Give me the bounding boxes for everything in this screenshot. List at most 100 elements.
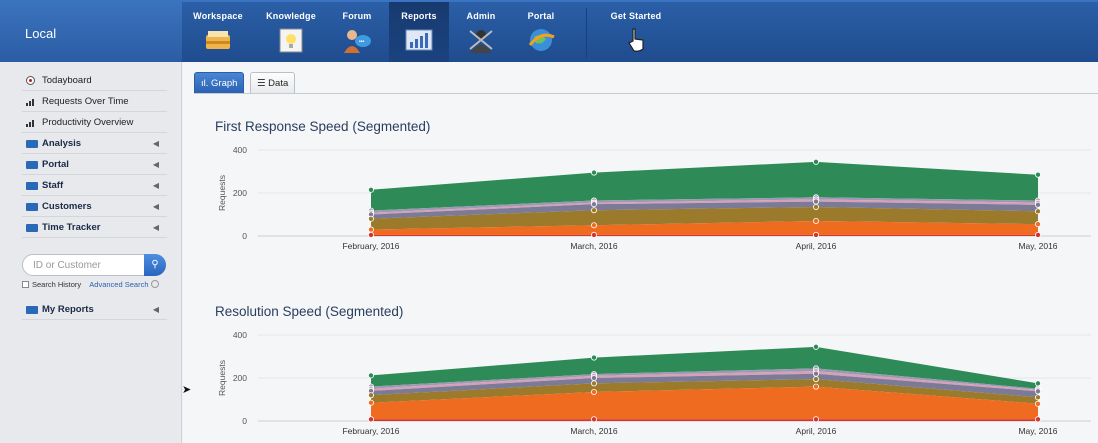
data-point <box>590 388 597 395</box>
tab-underline <box>194 93 1098 94</box>
data-point <box>367 231 374 238</box>
folder-icon <box>26 306 38 314</box>
expand-arrow-icon[interactable]: ◀ <box>153 202 159 211</box>
nav-workspace[interactable]: Workspace <box>183 2 253 64</box>
sidebar-item-requests-over-time[interactable]: Requests Over Time <box>22 92 167 112</box>
nav-label: Forum <box>342 11 372 21</box>
sidebar-item-productivity-overview[interactable]: Productivity Overview <box>22 113 167 133</box>
data-point <box>813 416 820 423</box>
data-point <box>367 416 374 423</box>
sidebar-item-label: Customers <box>42 201 92 212</box>
y-tick-label: 200 <box>233 188 247 198</box>
nav-portal[interactable]: Portal <box>513 2 569 64</box>
area-band <box>371 419 1038 421</box>
pointer-hand-icon <box>628 28 644 52</box>
tab-label: Data <box>268 78 289 89</box>
data-point <box>590 354 597 361</box>
forum-icon: ••• <box>344 30 371 53</box>
data-point <box>367 372 374 379</box>
nav-reports[interactable]: Reports <box>389 2 449 64</box>
data-point <box>367 392 374 399</box>
help-icon[interactable] <box>150 280 159 288</box>
nav-label: Workspace <box>193 11 243 21</box>
data-point <box>813 383 820 390</box>
data-point <box>367 226 374 233</box>
sidebar-item-label: Analysis <box>42 138 82 149</box>
expand-arrow-icon[interactable]: ◀ <box>153 160 159 169</box>
search-history-label: Search History <box>32 280 82 289</box>
tab-graph[interactable]: ıl. Graph <box>194 72 245 94</box>
data-point <box>590 416 597 423</box>
data-point <box>813 198 820 205</box>
expand-arrow-icon[interactable]: ◀ <box>153 223 159 232</box>
admin-icon <box>469 30 493 53</box>
nav-label: Knowledge <box>266 11 316 21</box>
data-point <box>590 231 597 238</box>
y-tick-label: 400 <box>233 145 247 155</box>
data-point <box>1035 171 1042 178</box>
data-point <box>367 399 374 406</box>
data-point <box>813 158 820 165</box>
sidebar-item-time-tracker[interactable]: Time Tracker ◀ <box>22 218 167 238</box>
data-point <box>1035 208 1042 215</box>
data-point <box>1035 380 1042 387</box>
y-tick-label: 200 <box>233 373 247 383</box>
sidebar: Todayboard Requests Over Time Productivi… <box>0 62 182 443</box>
x-tick-label: February, 2016 <box>342 426 399 436</box>
sidebar-item-label: Requests Over Time <box>42 96 129 107</box>
nav-admin[interactable]: Admin <box>453 2 509 64</box>
reports-icon <box>405 29 433 51</box>
x-tick-label: April, 2016 <box>796 241 837 251</box>
tab-label: Graph <box>211 78 238 89</box>
data-point <box>367 186 374 193</box>
sidebar-item-customers[interactable]: Customers ◀ <box>22 197 167 217</box>
folder-icon <box>26 161 38 169</box>
radio-icon <box>26 76 35 85</box>
sidebar-item-my-reports[interactable]: My Reports ◀ <box>22 300 167 320</box>
expand-arrow-icon[interactable]: ◀ <box>153 181 159 190</box>
graph-icon: ıl. <box>201 78 209 89</box>
x-tick-label: March, 2016 <box>570 426 618 436</box>
sidebar-item-label: My Reports <box>42 304 94 315</box>
sidebar-item-todayboard[interactable]: Todayboard <box>22 71 167 91</box>
chart-title-resolution: Resolution Speed (Segmented) <box>215 304 404 319</box>
search-history-checkbox[interactable] <box>22 281 29 288</box>
folder-icon <box>26 224 38 232</box>
search-input[interactable] <box>33 258 143 273</box>
brand-title: Local <box>0 2 182 64</box>
y-axis-label: Requests <box>217 360 227 396</box>
data-point <box>590 375 597 382</box>
sidebar-item-staff[interactable]: Staff ◀ <box>22 176 167 196</box>
search-options: Search History Advanced Search <box>22 280 159 289</box>
chart-title-first-response: First Response Speed (Segmented) <box>215 119 431 134</box>
search-box: ⚲ <box>22 254 166 276</box>
data-point <box>813 343 820 350</box>
y-axis-label: Requests <box>217 175 227 211</box>
bar-chart-icon <box>26 99 34 106</box>
knowledge-icon <box>279 28 303 53</box>
tab-data[interactable]: ☰ Data <box>250 72 296 94</box>
expand-arrow-icon[interactable]: ◀ <box>153 139 159 148</box>
nav-forum[interactable]: Forum ••• <box>329 2 385 64</box>
bar-chart-icon <box>26 120 34 127</box>
folder-icon <box>26 182 38 190</box>
nav-knowledge[interactable]: Knowledge <box>257 2 325 64</box>
sidebar-item-label: Portal <box>42 159 69 170</box>
sidebar-item-analysis[interactable]: Analysis ◀ <box>22 134 167 154</box>
expand-arrow-icon[interactable]: ◀ <box>153 305 159 314</box>
data-point <box>1035 416 1042 423</box>
data-point <box>813 217 820 224</box>
data-point <box>590 207 597 214</box>
nav-get-started[interactable]: Get Started <box>600 2 672 64</box>
nav-label: Portal <box>527 11 555 21</box>
data-point <box>1035 201 1042 208</box>
first-response-chart: 0 200 400 Requests February, 2016 March, 2016… <box>217 145 1091 251</box>
nav-separator <box>586 8 587 58</box>
advanced-search-link[interactable]: Advanced Search <box>89 280 148 289</box>
sidebar-item-portal[interactable]: Portal ◀ <box>22 155 167 175</box>
folder-icon <box>26 203 38 211</box>
search-button[interactable]: ⚲ <box>144 254 166 276</box>
data-point <box>813 370 820 377</box>
data-point <box>590 169 597 176</box>
top-navigation-bar: Local Workspace Knowledge Forum ••• Repo… <box>0 0 1098 64</box>
